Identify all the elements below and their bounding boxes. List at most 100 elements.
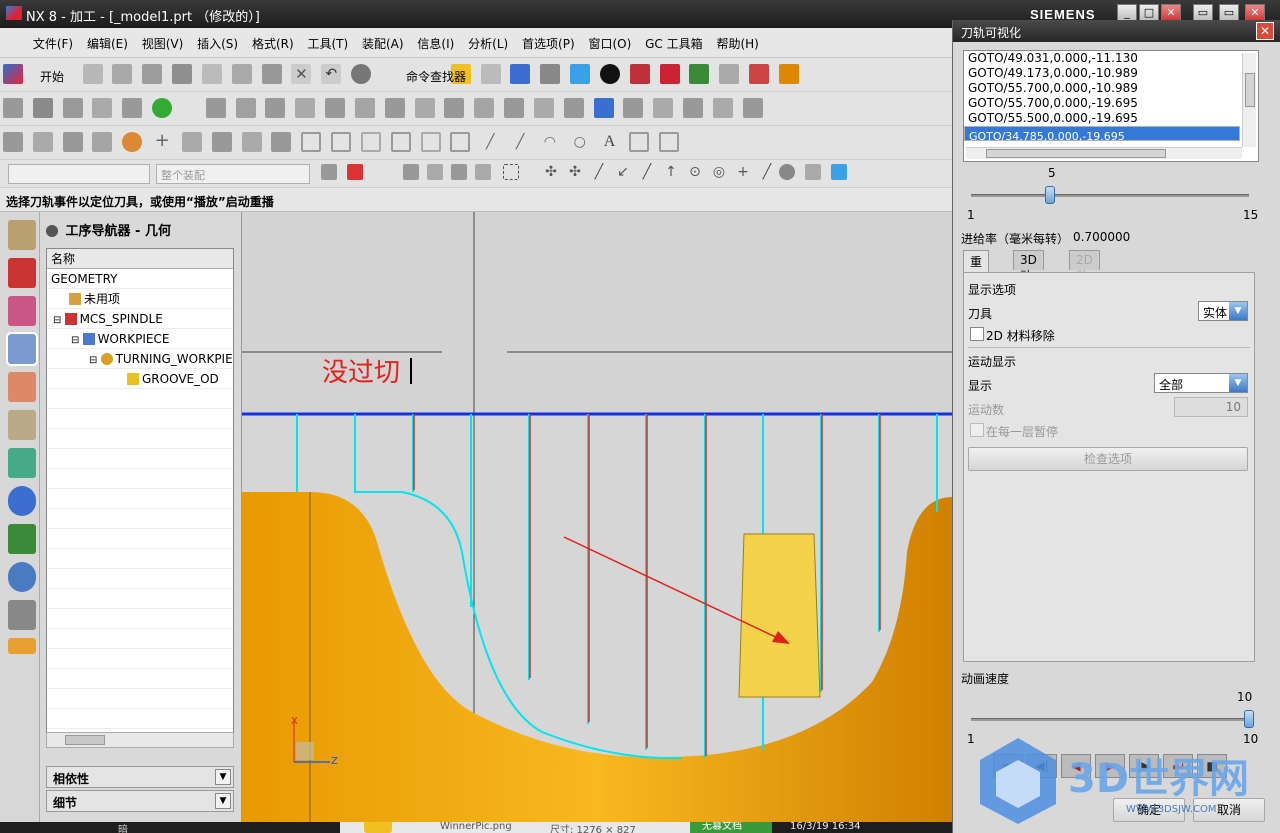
- arrows-icon[interactable]: [689, 64, 710, 84]
- yin-yang-icon[interactable]: [599, 64, 620, 84]
- feature-d-icon[interactable]: [92, 132, 113, 152]
- operation-navigator-icon[interactable]: [6, 332, 38, 366]
- tree-item-workpiece[interactable]: ⊟ WORKPIECE: [47, 329, 233, 349]
- snap-perp-icon[interactable]: ╱: [639, 164, 655, 180]
- menu-analysis[interactable]: 分析(L): [463, 28, 513, 52]
- command-finder-button[interactable]: 命令查找器: [406, 68, 466, 85]
- replay-icon[interactable]: [712, 98, 733, 118]
- tool-k-icon[interactable]: [504, 98, 525, 118]
- filter-f-icon[interactable]: [805, 164, 821, 180]
- line-b-icon[interactable]: ╱: [510, 132, 530, 152]
- snap-tangent-icon[interactable]: ↙: [615, 164, 631, 180]
- tab-replay[interactable]: 重播: [963, 250, 990, 286]
- assembly-filter-select[interactable]: 整个装配: [156, 164, 310, 184]
- menu-view[interactable]: 视图(V): [137, 28, 189, 52]
- create-operation-icon[interactable]: [122, 98, 143, 118]
- cube-icon[interactable]: [570, 64, 591, 84]
- history-icon[interactable]: [8, 448, 36, 478]
- list-item-selected[interactable]: GOTO/34.785,0.000,-19.695: [964, 126, 1240, 143]
- tool-d-icon[interactable]: [295, 98, 316, 118]
- postprocess-icon[interactable]: [623, 98, 644, 118]
- tree-item-unused[interactable]: 未用项: [47, 289, 233, 309]
- sketch-j-icon[interactable]: [450, 132, 471, 152]
- menu-tools[interactable]: 工具(T): [302, 28, 353, 52]
- flag-icon[interactable]: [742, 98, 763, 118]
- list-item[interactable]: GOTO/49.031,0.000,-11.130: [964, 51, 1240, 66]
- sketch-e-icon[interactable]: [301, 132, 322, 152]
- snap-endpoint-icon[interactable]: ✣: [543, 164, 559, 180]
- filter-c-icon[interactable]: [427, 164, 443, 180]
- copy-icon[interactable]: [231, 64, 252, 84]
- plus-icon[interactable]: +: [152, 132, 172, 152]
- layer-icon[interactable]: [719, 64, 740, 84]
- sketch-c-icon[interactable]: [241, 132, 262, 152]
- reuse-library-icon[interactable]: [8, 372, 36, 402]
- filter-a-icon[interactable]: [321, 164, 337, 180]
- list-hscroll-thumb[interactable]: [986, 149, 1166, 158]
- display-select[interactable]: 全部 ▼: [1154, 373, 1248, 393]
- feature-a-icon[interactable]: [3, 132, 23, 152]
- material-removal-checkbox[interactable]: [970, 327, 984, 341]
- list-vertical-scrollbar[interactable]: [1242, 53, 1256, 147]
- tool-e-icon[interactable]: [325, 98, 346, 118]
- start-icon[interactable]: [3, 64, 23, 84]
- shop-doc-icon[interactable]: [653, 98, 674, 118]
- sketch-a-icon[interactable]: [181, 132, 202, 152]
- tool-f-icon[interactable]: [354, 98, 375, 118]
- list-item[interactable]: GOTO/49.173,0.000,-10.989: [964, 66, 1240, 81]
- start-button[interactable]: 开始: [40, 68, 64, 85]
- new-file-icon[interactable]: [82, 64, 103, 84]
- tool-i-icon[interactable]: [444, 98, 465, 118]
- undo-icon[interactable]: ↶: [321, 64, 342, 84]
- system-materials-icon[interactable]: [8, 600, 36, 630]
- shape-b-icon[interactable]: [659, 132, 680, 152]
- color-palette-icon[interactable]: [122, 132, 143, 152]
- tab-3d-dynamic[interactable]: 3D 动态: [1013, 250, 1044, 300]
- menu-window[interactable]: 窗口(O): [583, 28, 636, 52]
- open-folder-icon[interactable]: [112, 64, 133, 84]
- goto-list[interactable]: GOTO/49.031,0.000,-11.130 GOTO/49.173,0.…: [963, 50, 1259, 162]
- red-box-icon[interactable]: [659, 64, 680, 84]
- tool-c-icon[interactable]: [265, 98, 286, 118]
- feature-b-icon[interactable]: [32, 132, 53, 152]
- tree-item-geometry[interactable]: GEOMETRY: [47, 269, 233, 289]
- snap-center-icon[interactable]: ⊙: [687, 164, 703, 180]
- hd3d-tools-icon[interactable]: [8, 410, 36, 440]
- snap-mid-icon[interactable]: ✣: [567, 164, 583, 180]
- chevron-down-icon[interactable]: ▼: [1229, 302, 1247, 320]
- tool-b-icon[interactable]: [235, 98, 256, 118]
- menu-format[interactable]: 格式(R): [247, 28, 299, 52]
- list-item[interactable]: GOTO/55.700,0.000,-10.989: [964, 81, 1240, 96]
- cut-icon[interactable]: [201, 64, 222, 84]
- list-scroll-thumb[interactable]: [1245, 73, 1255, 107]
- verify-icon[interactable]: [593, 98, 614, 118]
- filter-e-icon[interactable]: [475, 164, 491, 180]
- event-slider-track[interactable]: [971, 194, 1249, 197]
- chevron-down-icon[interactable]: ▼: [215, 793, 231, 809]
- save-icon[interactable]: [142, 64, 163, 84]
- create-program-icon[interactable]: [3, 98, 23, 118]
- sketch-i-icon[interactable]: [420, 132, 441, 152]
- chevron-down-icon[interactable]: ▼: [1229, 374, 1247, 392]
- tool-a-icon[interactable]: [205, 98, 226, 118]
- web-browser-icon[interactable]: [8, 524, 36, 554]
- sketch-b-icon[interactable]: [211, 132, 232, 152]
- create-geometry-icon[interactable]: [62, 98, 83, 118]
- create-tool-icon[interactable]: [32, 98, 53, 118]
- info-resource-icon[interactable]: [8, 486, 36, 516]
- name-column-header[interactable]: 名称: [47, 249, 233, 269]
- snap-intersect-icon[interactable]: ↑: [663, 164, 679, 180]
- paste-icon[interactable]: [261, 64, 282, 84]
- line-icon[interactable]: ╱: [480, 132, 500, 152]
- dependencies-panel[interactable]: 相依性 ▼: [46, 766, 234, 788]
- palette-icon[interactable]: [8, 638, 36, 654]
- tool-j-icon[interactable]: [474, 98, 495, 118]
- filter-d-icon[interactable]: [451, 164, 467, 180]
- event-slider-thumb[interactable]: [1045, 186, 1056, 204]
- snap-point-icon[interactable]: [347, 164, 363, 180]
- cube-filter-icon[interactable]: [831, 164, 847, 180]
- list-horizontal-scrollbar[interactable]: [966, 147, 1242, 159]
- menu-assembly[interactable]: 装配(A): [357, 28, 409, 52]
- snap-quadrant-icon[interactable]: ◎: [711, 164, 727, 180]
- assembly-navigator-icon[interactable]: [8, 220, 36, 250]
